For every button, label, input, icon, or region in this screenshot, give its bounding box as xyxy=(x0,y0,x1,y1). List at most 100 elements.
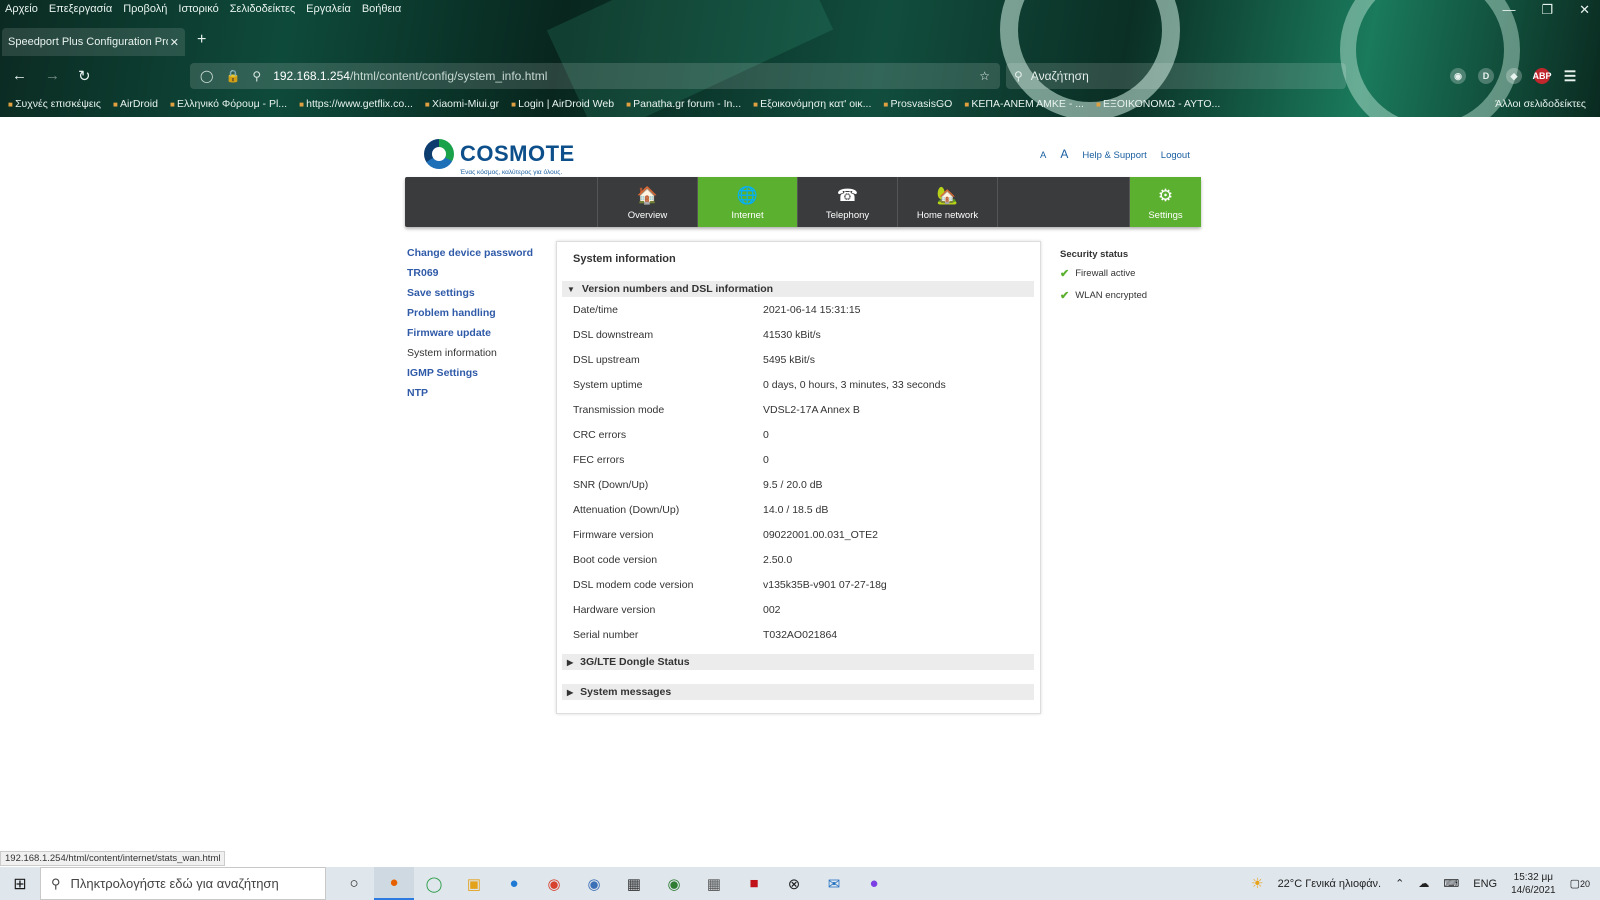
notification-icon[interactable]: ▢20 xyxy=(1570,877,1590,890)
store-icon[interactable]: ▦ xyxy=(614,867,654,900)
nav-label: Telephony xyxy=(825,210,870,221)
menu-help[interactable]: Βοήθεια xyxy=(362,3,401,15)
calculator-icon[interactable]: ▦ xyxy=(694,867,734,900)
nav-home-network[interactable]: 🏡 Home network xyxy=(897,177,997,227)
shield-icon[interactable]: ◯ xyxy=(200,69,213,83)
sidebar-item-ntp[interactable]: NTP xyxy=(407,387,533,407)
forward-icon[interactable]: → xyxy=(45,67,60,85)
new-tab-icon[interactable]: + xyxy=(197,31,206,49)
keyboard-icon[interactable]: ⌨ xyxy=(1443,877,1459,890)
font-large-button[interactable]: A xyxy=(1060,147,1068,161)
checkmark-icon: ✔ xyxy=(1060,290,1070,302)
nav-label: Overview xyxy=(627,210,668,221)
sidebar-item-system-information[interactable]: System information xyxy=(407,347,533,367)
language-indicator[interactable]: ENG xyxy=(1473,878,1497,890)
bookmark-item[interactable]: Συχνές επισκέψεις xyxy=(8,98,101,110)
nav-internet[interactable]: 🌐 Internet xyxy=(697,177,797,227)
menu-file[interactable]: Αρχείο xyxy=(5,3,38,15)
hamburger-menu-icon[interactable]: ☰ xyxy=(1562,68,1578,84)
extension-icon[interactable]: ◆ xyxy=(1506,68,1522,84)
taskbar-apps: ○ ● ◯ ▣ ● ◉ ◉ ▦ ◉ ▦ ■ ⊗ ✉ ● xyxy=(334,867,894,900)
key-icon[interactable]: ⚲ xyxy=(252,69,261,83)
back-icon[interactable]: ← xyxy=(12,67,27,85)
bookmark-item[interactable]: Xiaomi-Miui.gr xyxy=(425,98,499,110)
bookmark-star-icon[interactable]: ☆ xyxy=(979,69,990,83)
bookmark-item[interactable]: Ελληνικό Φόρουμ - Pl... xyxy=(170,98,287,110)
font-small-button[interactable]: A xyxy=(1040,150,1046,161)
menu-view[interactable]: Προβολή xyxy=(123,3,167,15)
bookmark-item[interactable]: Panatha.gr forum - In... xyxy=(626,98,741,110)
sidebar-item-firmware-update[interactable]: Firmware update xyxy=(407,327,533,347)
firewall-status: ✔ Firewall active xyxy=(1060,267,1147,280)
section-version-header[interactable]: ▼ Version numbers and DSL information xyxy=(562,281,1034,297)
windows-taskbar: ⊞ ⚲ Πληκτρολογήστε εδώ για αναζήτηση ○ ●… xyxy=(0,867,1600,900)
menu-tools[interactable]: Εργαλεία xyxy=(306,3,351,15)
help-support-link[interactable]: Help & Support xyxy=(1082,150,1146,161)
nav-telephony[interactable]: ☎ Telephony xyxy=(797,177,897,227)
sidebar-item-igmp-settings[interactable]: IGMP Settings xyxy=(407,367,533,387)
sidebar-item-save-settings[interactable]: Save settings xyxy=(407,287,533,307)
lock-icon[interactable]: 🔒 xyxy=(225,69,240,83)
adblock-icon[interactable]: ABP xyxy=(1533,68,1552,84)
weather-text[interactable]: 22°C Γενικά ηλιοφάν. xyxy=(1278,878,1382,890)
nav-label: Internet xyxy=(731,210,764,221)
row-label: Hardware version xyxy=(573,604,656,616)
logout-link[interactable]: Logout xyxy=(1161,150,1190,161)
bookmark-item[interactable]: Login | AirDroid Web xyxy=(511,98,614,110)
bookmark-item[interactable]: Εξοικονόμηση κατ' οικ... xyxy=(753,98,871,110)
cosmote-logo[interactable]: COSMOTE Ένας κόσμος, καλύτερος για όλους… xyxy=(424,139,575,176)
edge-icon[interactable]: ● xyxy=(494,867,534,900)
xbox-icon[interactable]: ⊗ xyxy=(774,867,814,900)
bookmark-item[interactable]: https://www.getflix.co... xyxy=(299,98,413,110)
browser-tab[interactable]: Speedport Plus Configuration Prog ✕ xyxy=(2,28,185,56)
close-icon[interactable]: ✕ xyxy=(1579,2,1590,18)
globe-app-icon[interactable]: ◉ xyxy=(654,867,694,900)
reload-icon[interactable]: ↻ xyxy=(78,67,91,85)
chevron-up-icon[interactable]: ⌃ xyxy=(1395,877,1404,890)
file-explorer-icon[interactable]: ▣ xyxy=(454,867,494,900)
taskbar-search-input[interactable]: ⚲ Πληκτρολογήστε εδώ για αναζήτηση xyxy=(40,867,326,900)
other-bookmarks[interactable]: Άλλοι σελιδοδείκτες xyxy=(1495,98,1586,110)
messenger-icon[interactable]: ● xyxy=(854,867,894,900)
windows-start-icon[interactable]: ⊞ xyxy=(0,874,40,894)
cortana-icon[interactable]: ○ xyxy=(334,867,374,900)
bookmark-item[interactable]: ΕΞΟΙΚΟΝΟΜΩ - ΑΥΤΟ... xyxy=(1096,98,1220,110)
pocket-icon[interactable]: ◉ xyxy=(1450,68,1466,84)
nav-buttons: ← → ↻ xyxy=(12,67,91,85)
sidebar-item-change-password[interactable]: Change device password xyxy=(407,247,533,267)
maximize-icon[interactable]: ❐ xyxy=(1541,2,1553,18)
nav-settings[interactable]: ⚙ Settings xyxy=(1129,177,1201,227)
netflix-icon[interactable]: ■ xyxy=(734,867,774,900)
cloud-icon[interactable]: ☁ xyxy=(1418,877,1429,890)
shield-app-icon[interactable]: ◯ xyxy=(414,867,454,900)
firefox-icon[interactable]: ● xyxy=(374,867,414,900)
bookmark-item[interactable]: AirDroid xyxy=(113,98,158,110)
minimize-icon[interactable]: — xyxy=(1502,2,1515,18)
menu-bookmarks[interactable]: Σελιδοδείκτες xyxy=(230,3,295,15)
mail-icon[interactable]: ✉ xyxy=(814,867,854,900)
clock[interactable]: 15:32 μμ 14/6/2021 xyxy=(1511,871,1556,897)
nav-overview[interactable]: 🏠 Overview xyxy=(597,177,697,227)
section-dongle-header[interactable]: ▶ 3G/LTE Dongle Status xyxy=(562,654,1034,670)
url-bar[interactable]: ◯ 🔒 ⚲ 192.168.1.254/html/content/config/… xyxy=(190,63,1000,89)
gear-icon: ⚙ xyxy=(1157,186,1174,205)
nav-spacer xyxy=(997,177,1134,227)
search-placeholder: Αναζήτηση xyxy=(1030,69,1089,83)
chrome-icon[interactable]: ◉ xyxy=(534,867,574,900)
sidebar-item-tr069[interactable]: TR069 xyxy=(407,267,533,287)
row-value: v135k35B-v901 07-27-18g xyxy=(763,579,887,591)
menu-edit[interactable]: Επεξεργασία xyxy=(49,3,112,15)
bookmark-item[interactable]: ProsvasisGO xyxy=(883,98,952,110)
section-messages-header[interactable]: ▶ System messages xyxy=(562,684,1034,700)
browser-menubar: Αρχείο Επεξεργασία Προβολή Ιστορικό Σελι… xyxy=(0,0,401,18)
bookmark-item[interactable]: ΚΕΠΑ-ΑΝΕΜ ΑΜΚΕ - ... xyxy=(964,98,1084,110)
menu-history[interactable]: Ιστορικό xyxy=(178,3,218,15)
notification-count: 20 xyxy=(1579,879,1590,889)
browser-search-input[interactable]: ⚲ Αναζήτηση xyxy=(1006,63,1346,89)
app-icon[interactable]: ◉ xyxy=(574,867,614,900)
close-tab-icon[interactable]: ✕ xyxy=(170,36,179,49)
profile-icon[interactable]: D xyxy=(1478,68,1494,84)
brand-slogan: Ένας κόσμος, καλύτερος για όλους. xyxy=(460,169,563,176)
table-row: System uptime 0 days, 0 hours, 3 minutes,… xyxy=(573,379,1023,404)
sidebar-item-problem-handling[interactable]: Problem handling xyxy=(407,307,533,327)
